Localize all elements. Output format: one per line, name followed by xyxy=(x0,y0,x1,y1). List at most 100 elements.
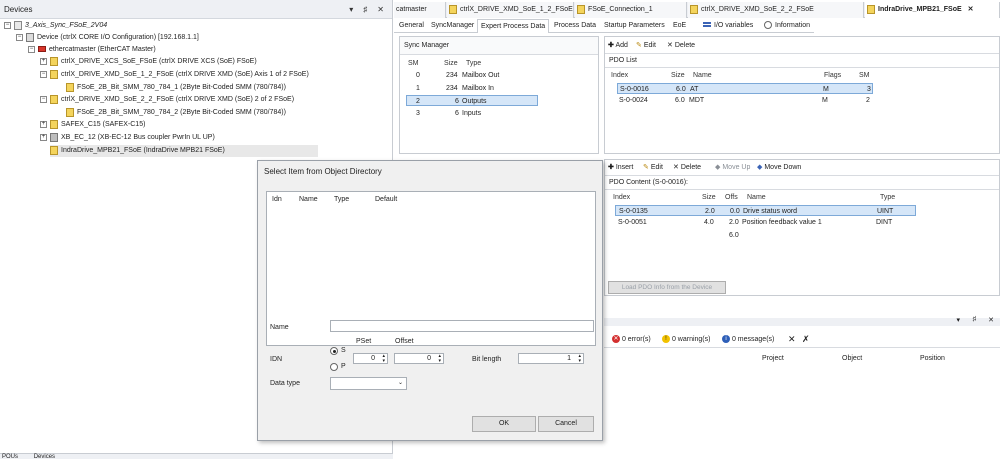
module-icon xyxy=(66,107,74,117)
sm-header-size: Size xyxy=(444,60,458,67)
tab-pous[interactable]: POUs xyxy=(2,454,18,460)
tree-item-xmd-1[interactable]: − ctrlX_DRIVE_XMD_SoE_1_2_FSoE (ctrlX DRI… xyxy=(40,69,309,81)
offset-stepper[interactable]: 0 ▴ ▾ xyxy=(394,353,444,364)
pdo-list-panel: ✚ Add ✎ Edit ✕ Delete PDO List Index Siz… xyxy=(604,36,1000,154)
table-row-selected[interactable]: S-0-0135 2.0 0.0 Drive status word UINT xyxy=(615,205,916,216)
drive-icon xyxy=(50,94,58,104)
pdo-header-size: Size xyxy=(671,72,685,79)
tree-item-xmd-2[interactable]: − ctrlX_DRIVE_XMD_SoE_2_2_FSoE (ctrlX DRI… xyxy=(40,94,294,106)
tab-xmd-2[interactable]: ctrlX_DRIVE_XMD_SoE_2_2_FSoE xyxy=(688,2,864,18)
table-row-selected[interactable]: S-0-0016 6.0 AT M 3 xyxy=(617,83,873,94)
tree-item-safex[interactable]: + SAFEX_C15 (SAFEX-C15) xyxy=(40,119,145,131)
clear-all-messages-icon[interactable]: ✗ xyxy=(802,333,810,345)
table-row-selected[interactable]: 2 6 Outputs xyxy=(406,95,538,106)
divider xyxy=(605,53,999,54)
load-pdo-info-button[interactable]: Load PDO Info from the Device xyxy=(608,281,726,294)
panel-menu-icon[interactable]: ▾ xyxy=(349,5,353,14)
content-header-name: Name xyxy=(747,194,766,201)
radio-p[interactable] xyxy=(330,363,338,371)
subtab-information[interactable]: Information xyxy=(761,19,813,33)
subtab-general[interactable]: General xyxy=(396,19,427,33)
list-header-name[interactable]: Name xyxy=(299,196,318,203)
close-icon[interactable]: ✕ xyxy=(988,316,994,324)
warning-icon: ! xyxy=(662,335,670,344)
pset-stepper[interactable]: 0 ▴ ▾ xyxy=(353,353,388,364)
messages-filter[interactable]: i 0 message(s) xyxy=(722,334,774,346)
table-row[interactable]: S-0-0024 6.0 MDT M 2 xyxy=(617,95,873,106)
close-icon[interactable]: ✕ xyxy=(377,5,384,14)
spin-icon[interactable]: ▴ ▾ xyxy=(578,354,581,364)
tree-item-fsoe-2[interactable]: FSoE_2B_Bit_SMM_780_784_2 (2Byte Bit-Cod… xyxy=(66,107,286,119)
tab-devices[interactable]: Devices xyxy=(34,454,55,460)
pin-icon[interactable]: ♯ xyxy=(363,5,367,14)
warnings-filter[interactable]: ! 0 warning(s) xyxy=(662,334,710,346)
subtab-io-variables[interactable]: I/O variables xyxy=(700,19,756,33)
edit-pdo-button[interactable]: ✎ Edit xyxy=(636,40,656,52)
messages-header-project: Project xyxy=(762,355,784,362)
clear-messages-icon[interactable]: ✕ xyxy=(788,333,796,345)
collapse-icon[interactable]: − xyxy=(4,21,11,29)
collapse-icon[interactable]: − xyxy=(40,95,47,103)
tree-item-xcs[interactable]: + ctrlX_DRIVE_XCS_SoE_FSoE (ctrlX DRIVE X… xyxy=(40,56,257,68)
collapse-icon[interactable]: − xyxy=(28,45,35,53)
spin-icon[interactable]: ▴ ▾ xyxy=(382,354,385,364)
subtab-eoe[interactable]: EoE xyxy=(670,19,689,33)
tree-item-fsoe-1[interactable]: FSoE_2B_Bit_SMM_780_784_1 (2Byte Bit-Cod… xyxy=(66,82,286,94)
expand-icon[interactable]: + xyxy=(40,57,47,65)
tree-item-ethercatmaster[interactable]: − ethercatmaster (EtherCAT Master) xyxy=(28,44,156,56)
tree-item-project[interactable]: −3_Axis_Sync_FSoE_2V04 xyxy=(4,20,107,32)
divider xyxy=(605,175,999,176)
drive-icon xyxy=(50,119,58,129)
devices-panel-header: Devices ▾ ♯ ✕ xyxy=(0,0,392,19)
tree-item-xb-ec[interactable]: + XB_EC_12 (XB-EC-12 Bus coupler PwrIn UL… xyxy=(40,132,215,144)
subtab-process-data[interactable]: Process Data xyxy=(551,19,599,33)
delete-content-button[interactable]: ✕ Delete xyxy=(673,162,701,174)
collapse-icon[interactable]: − xyxy=(16,33,23,41)
expand-icon[interactable]: + xyxy=(40,120,47,128)
add-icon: ✚ xyxy=(608,42,614,49)
table-row[interactable]: 1 234 Mailbox In xyxy=(406,83,538,94)
radio-s[interactable] xyxy=(330,347,338,355)
errors-filter[interactable]: ✕ 0 error(s) xyxy=(612,334,651,346)
tab-indradrive[interactable]: IndraDrive_MPB21_FSoE ✕ xyxy=(865,2,1000,18)
tab-catmaster[interactable]: catmaster xyxy=(394,2,446,18)
subtab-startup-parameters[interactable]: Startup Parameters xyxy=(601,19,668,33)
move-up-button[interactable]: ◆ Move Up xyxy=(715,162,750,174)
radio-p-label: P xyxy=(341,363,346,370)
cancel-button[interactable]: Cancel xyxy=(538,416,594,432)
list-header-default[interactable]: Default xyxy=(375,196,397,203)
edit-content-button[interactable]: ✎ Edit xyxy=(643,162,663,174)
tree-item-device[interactable]: − Device (ctrlX CORE I/O Configuration) [… xyxy=(16,32,199,44)
ok-button[interactable]: OK xyxy=(472,416,536,432)
list-header-type[interactable]: Type xyxy=(334,196,349,203)
tree-item-indradrive[interactable]: IndraDrive_MPB21_FSoE (IndraDrive MPB21 … xyxy=(50,145,318,157)
data-type-select[interactable]: ⌄ xyxy=(330,377,407,390)
pdo-header-flags: Flags xyxy=(824,72,842,79)
add-pdo-button[interactable]: ✚ Add xyxy=(608,40,628,52)
list-header-idn[interactable]: Idn xyxy=(272,196,282,203)
bit-length-stepper[interactable]: 1 ▴ ▾ xyxy=(518,353,584,364)
subtab-syncmanager[interactable]: SyncManager xyxy=(428,19,477,33)
divider xyxy=(605,189,999,190)
panel-menu-icon[interactable]: ▾ xyxy=(956,316,960,324)
delete-icon: ✕ xyxy=(673,164,679,171)
project-icon xyxy=(14,20,22,30)
table-row[interactable]: 3 6 Inputs xyxy=(406,108,538,119)
move-down-button[interactable]: ◆ Move Down xyxy=(757,162,801,174)
delete-pdo-button[interactable]: ✕ Delete xyxy=(667,40,695,52)
tab-fsoe-connection[interactable]: FSoE_Connection_1 xyxy=(575,2,687,18)
pin-icon[interactable]: ♯ xyxy=(973,316,977,323)
editor-sub-tabs: General SyncManager Expert Process Data … xyxy=(394,19,814,33)
name-field[interactable] xyxy=(330,320,594,332)
tab-xmd-1[interactable]: ctrlX_DRIVE_XMD_SoE_1_2_FSoE xyxy=(447,2,574,18)
table-row[interactable]: S-0-0051 4.0 2.0 Position feedback value… xyxy=(615,217,916,228)
sync-manager-panel: Sync Manager SM Size Type 0 234 Mailbox … xyxy=(399,36,599,154)
insert-button[interactable]: ✚ Insert xyxy=(608,162,633,174)
subtab-expert-process-data[interactable]: Expert Process Data xyxy=(477,19,550,33)
collapse-icon[interactable]: − xyxy=(40,70,47,78)
table-row[interactable]: 0 234 Mailbox Out xyxy=(406,70,538,81)
sm-header-type: Type xyxy=(466,60,482,67)
spin-icon[interactable]: ▴ ▾ xyxy=(438,354,441,364)
expand-icon[interactable]: + xyxy=(40,133,47,141)
close-tab-icon[interactable]: ✕ xyxy=(968,6,974,13)
